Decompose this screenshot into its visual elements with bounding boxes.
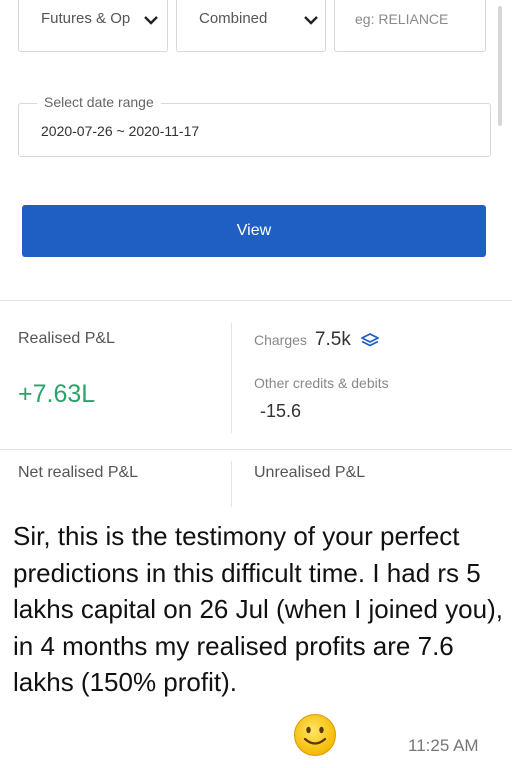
chevron-down-icon [144, 16, 158, 25]
unrealised-pnl-label: Unrealised P&L [254, 464, 366, 481]
charges-row: Charges 7.5k [254, 329, 380, 353]
smiley-face-icon [294, 714, 336, 756]
layers-icon[interactable] [361, 332, 380, 349]
symbol-input[interactable]: eg: RELIANCE [334, 0, 486, 52]
view-button[interactable]: View [22, 205, 486, 257]
other-credits-value: -15.6 [260, 401, 302, 421]
divider [231, 323, 232, 433]
realised-pnl-label: Realised P&L [18, 330, 115, 347]
date-range-label: Select date range [37, 94, 161, 110]
filter-row: Futures & Op Combined eg: RELIANCE [18, 0, 488, 52]
message-timestamp: 11:25 AM [408, 736, 479, 755]
group-dropdown[interactable]: Combined [176, 0, 326, 52]
charges-label: Charges [254, 332, 307, 348]
divider [0, 300, 512, 301]
group-value: Combined [199, 10, 268, 27]
segment-dropdown[interactable]: Futures & Op [18, 0, 168, 52]
net-realised-pnl-label: Net realised P&L [18, 464, 139, 481]
other-credits-label: Other credits & debits [254, 375, 389, 391]
chat-message-text: Sir, this is the testimony of your perfe… [13, 521, 503, 697]
divider [231, 461, 232, 507]
chevron-down-icon [304, 16, 318, 25]
charges-value: 7.5k [314, 329, 351, 350]
date-range-field[interactable]: Select date range 2020-07-26 ~ 2020-11-1… [18, 94, 491, 157]
symbol-placeholder: eg: RELIANCE [355, 11, 449, 27]
divider [0, 449, 512, 450]
date-range-value: 2020-07-26 ~ 2020-11-17 [41, 123, 200, 139]
segment-value: Futures & Op [41, 10, 131, 27]
scrollbar[interactable] [498, 6, 502, 126]
realised-pnl-value: +7.63L [18, 380, 96, 408]
